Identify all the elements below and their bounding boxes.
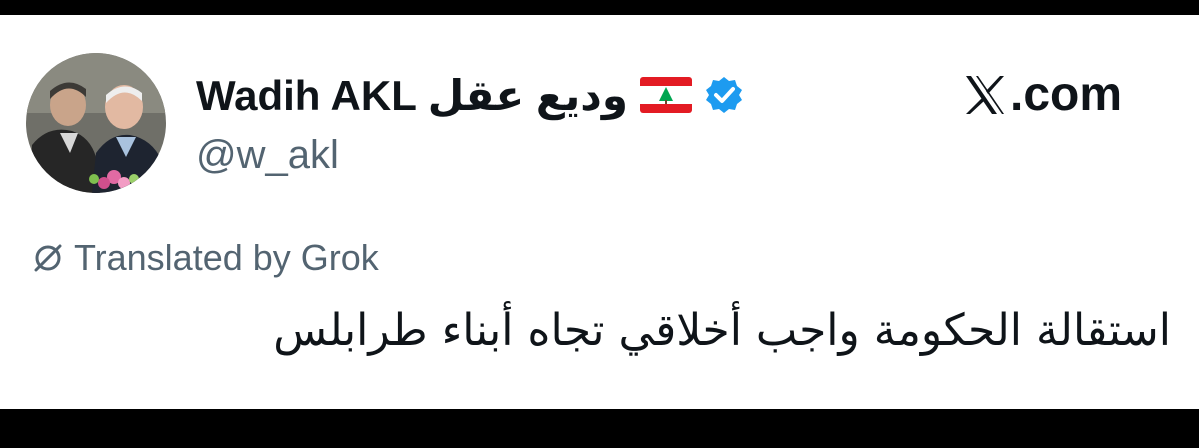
tweet-text: استقالة الحكومة واجب أخلاقي تجاه أبناء ط…: [273, 305, 1171, 356]
avatar-photo: [26, 53, 166, 193]
tweet-card: Wadih AKL وديع عقل @w_akl .com Translate…: [0, 15, 1199, 409]
lebanon-flag-icon: [639, 77, 692, 113]
x-logo-icon: [962, 72, 1008, 118]
author-name-row: Wadih AKL وديع عقل: [196, 67, 744, 123]
display-name[interactable]: Wadih AKL وديع عقل: [196, 71, 628, 120]
x-brand-label: .com: [1010, 68, 1123, 121]
translate-icon: [32, 242, 64, 274]
translation-notice: Translated by Grok: [32, 237, 379, 279]
verified-badge-icon: [704, 75, 744, 115]
avatar[interactable]: [26, 53, 166, 193]
x-brand: .com: [962, 67, 1122, 122]
author-handle[interactable]: @w_akl: [196, 133, 339, 178]
translation-label: Translated by Grok: [74, 237, 379, 278]
